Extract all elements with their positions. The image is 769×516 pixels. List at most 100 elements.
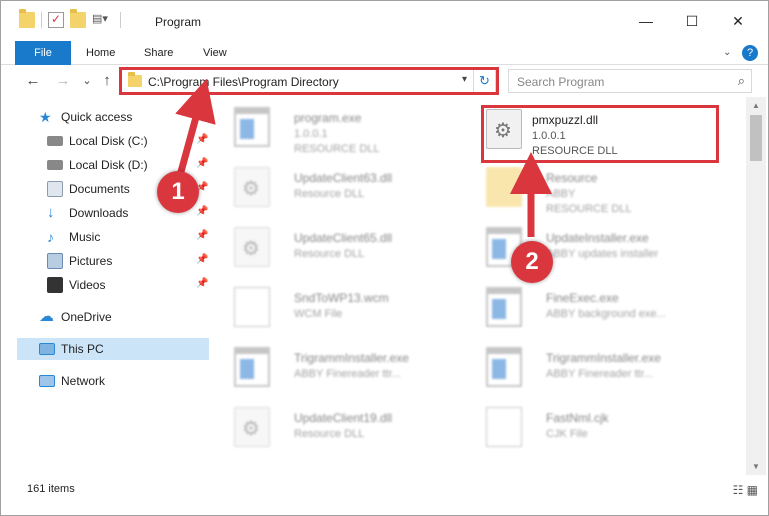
customize-toolbar-icon[interactable]: ▤▾ [92, 12, 114, 28]
sidebar-item-music[interactable]: ♪ Music [47, 226, 100, 248]
file-type: WCM File [294, 308, 343, 320]
file-type: RESOURCE DLL [294, 143, 380, 155]
file-tile-pmxpuzzl[interactable]: pmxpuzzl.dll 1.0.0.1 RESOURCE DLL [478, 101, 718, 157]
toolbar-divider [41, 12, 42, 28]
file-name: FineExec.exe [546, 291, 619, 305]
ribbon-tabs: File Home Share View ⌄ ? [1, 41, 768, 65]
sidebar-item-label: Documents [69, 182, 130, 196]
address-bar[interactable]: C:\Program Files\Program Directory ▾ ↻ [121, 69, 496, 93]
help-icon[interactable]: ? [742, 45, 758, 61]
back-button[interactable]: ← [23, 71, 43, 91]
minimize-button[interactable]: — [623, 1, 669, 41]
step-badge-1: 1 [157, 171, 199, 213]
sidebar-item-local-disk-d[interactable]: Local Disk (D:) [47, 154, 148, 176]
sidebar-item-onedrive[interactable]: ☁ OneDrive [39, 306, 112, 328]
file-type: Resource DLL [294, 188, 365, 200]
scroll-down-icon[interactable]: ▼ [752, 462, 760, 471]
navigation-pane: ★ Quick access Local Disk (C:) 📌 Local D… [1, 97, 211, 477]
sidebar-item-downloads[interactable]: ↓ Downloads [47, 202, 128, 224]
close-button[interactable]: ✕ [715, 1, 761, 41]
title-bar: ✓ ▤▾ Program — ☐ ✕ [1, 1, 768, 41]
file-description: ABBY background exe... [546, 308, 666, 320]
scroll-up-icon[interactable]: ▲ [752, 101, 760, 110]
download-icon: ↓ [47, 204, 55, 221]
new-folder-icon[interactable] [70, 9, 86, 28]
file-version: 1.0.0.1 [532, 130, 566, 142]
tab-file[interactable]: File [15, 41, 71, 65]
sidebar-item-pictures[interactable]: Pictures [47, 250, 112, 272]
file-tile[interactable]: Resource ABBY RESOURCE DLL [478, 159, 718, 215]
step-badge-2: 2 [511, 241, 553, 283]
view-toggle-icons[interactable]: ☷ ▦ [733, 483, 758, 497]
search-icon[interactable]: ⌕ [738, 73, 745, 89]
tab-home[interactable]: Home [86, 41, 115, 65]
file-tile[interactable]: TrigrammInstaller.exe ABBY Finereader tt… [226, 339, 466, 395]
file-tile[interactable]: TrigrammInstaller.exe ABBY Finereader tt… [478, 339, 718, 395]
maximize-button[interactable]: ☐ [669, 1, 715, 41]
sidebar-item-quick-access[interactable]: ★ Quick access [39, 106, 132, 128]
dll-file-icon [486, 109, 522, 149]
file-tile[interactable]: SndToWP13.wcm WCM File [226, 279, 466, 335]
file-name: UpdateInstaller.exe [546, 231, 649, 245]
address-path[interactable]: C:\Program Files\Program Directory [148, 75, 339, 89]
search-box[interactable]: Search Program ⌕ [508, 69, 752, 93]
file-version: 1.0.0.1 [294, 128, 328, 140]
vertical-scrollbar[interactable]: ▲ ▼ [746, 97, 766, 475]
toolbar-divider [120, 12, 121, 28]
sidebar-item-label: This PC [61, 342, 104, 356]
sidebar-item-documents[interactable]: Documents [47, 178, 130, 200]
file-tile[interactable]: FastNml.cjk CJK File [478, 399, 718, 455]
status-bar: 161 items ☷ ▦ [1, 475, 768, 515]
file-tile[interactable]: UpdateClient19.dll Resource DLL [226, 399, 466, 455]
file-tile[interactable]: FineExec.exe ABBY background exe... [478, 279, 718, 335]
up-button[interactable]: ↑ [97, 71, 117, 91]
sidebar-item-label: Videos [69, 278, 106, 292]
drive-icon [47, 160, 63, 170]
folder-icon [486, 167, 522, 207]
sidebar-item-local-disk-c[interactable]: Local Disk (C:) [47, 130, 148, 152]
file-name: program.exe [294, 111, 362, 125]
cloud-icon: ☁ [39, 308, 54, 325]
computer-icon [39, 343, 55, 355]
pin-icon[interactable]: 📌 [196, 230, 208, 241]
sidebar-item-label: Local Disk (C:) [69, 134, 148, 148]
exe-file-icon [234, 107, 270, 147]
quick-access-toolbar: ✓ ▤▾ [19, 9, 121, 28]
forward-button[interactable]: → [53, 71, 73, 91]
tab-view[interactable]: View [203, 41, 227, 65]
pin-icon[interactable]: 📌 [196, 134, 208, 145]
search-input[interactable]: Search Program [517, 75, 604, 89]
sidebar-item-label: Pictures [69, 254, 113, 268]
file-name: pmxpuzzl.dll [532, 113, 599, 127]
dll-file-icon [234, 407, 270, 447]
refresh-button[interactable]: ↻ [473, 70, 495, 92]
file-description: ABBY Finereader ttr... [546, 368, 653, 380]
folder-icon [128, 72, 142, 87]
tab-share[interactable]: Share [144, 41, 173, 65]
exe-file-icon [234, 347, 270, 387]
file-name: TrigrammInstaller.exe [546, 351, 661, 365]
scroll-thumb[interactable] [750, 115, 762, 161]
file-tile[interactable]: UpdateClient63.dll Resource DLL [226, 159, 466, 215]
file-name: UpdateClient63.dll [294, 171, 393, 185]
pin-icon[interactable]: 📌 [196, 158, 208, 169]
pin-icon[interactable]: 📌 [196, 254, 208, 265]
file-name: UpdateClient19.dll [294, 411, 393, 425]
properties-icon[interactable]: ✓ [48, 12, 64, 28]
recent-locations-button[interactable]: ⌄ [77, 71, 97, 91]
file-name: Resource [546, 171, 598, 185]
file-name: UpdateClient65.dll [294, 231, 393, 245]
file-type: RESOURCE DLL [546, 203, 632, 215]
file-company: ABBY [546, 188, 576, 200]
sidebar-item-network[interactable]: Network [39, 370, 105, 392]
pin-icon[interactable]: 📌 [196, 278, 208, 289]
file-tile[interactable]: UpdateClient65.dll Resource DLL [226, 219, 466, 275]
file-tile[interactable]: program.exe 1.0.0.1 RESOURCE DLL [226, 99, 466, 155]
pin-icon[interactable]: 📌 [196, 206, 208, 217]
chevron-down-icon[interactable]: ▾ [462, 74, 467, 85]
expand-ribbon-icon[interactable]: ⌄ [723, 41, 731, 65]
sidebar-item-this-pc[interactable]: This PC [17, 338, 209, 360]
sidebar-item-videos[interactable]: Videos [47, 274, 105, 296]
sidebar-item-label: Local Disk (D:) [69, 158, 148, 172]
window-title: Program [155, 15, 202, 29]
